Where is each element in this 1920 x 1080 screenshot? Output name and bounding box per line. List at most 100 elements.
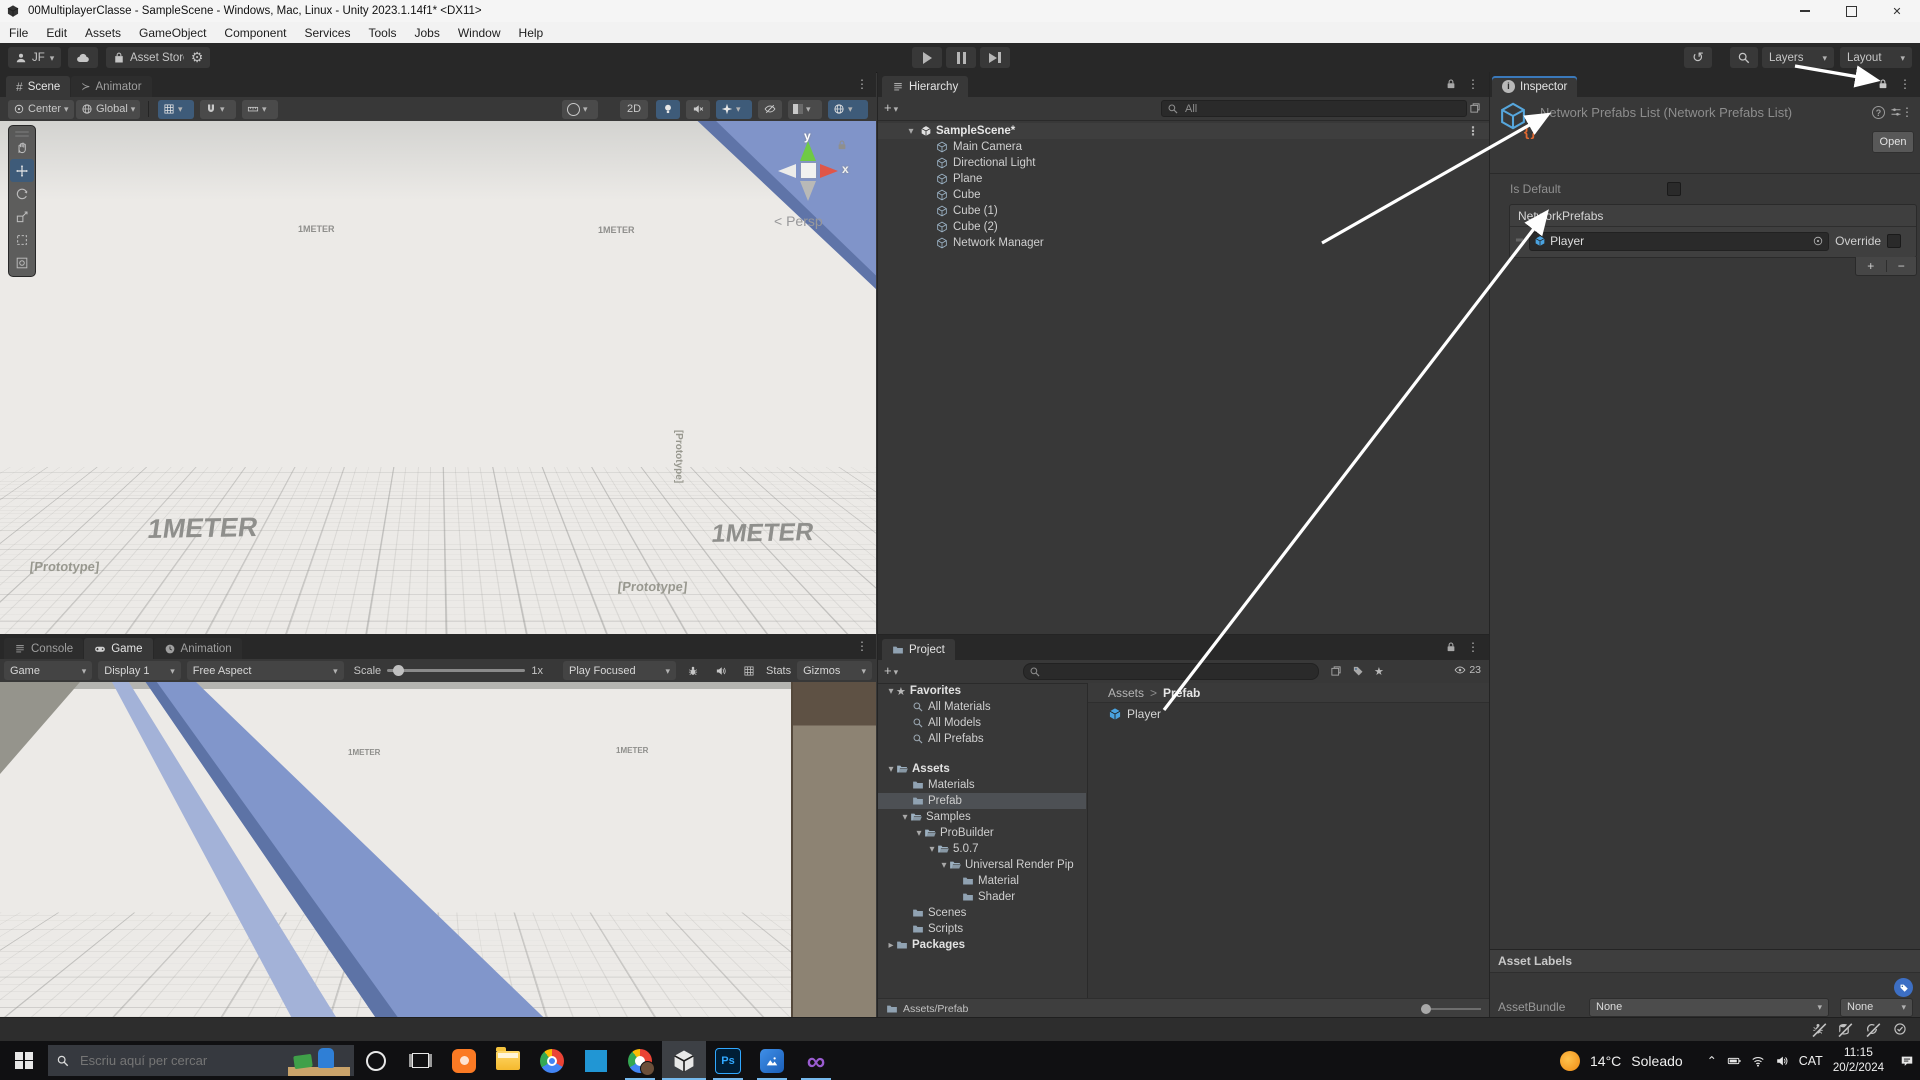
tab-game[interactable]: Game (84, 638, 153, 659)
tab-animator[interactable]: Animator (71, 76, 152, 97)
close-button[interactable] (1874, 0, 1920, 22)
tab-hierarchy[interactable]: Hierarchy (882, 76, 969, 97)
menu-jobs[interactable]: Jobs (405, 26, 448, 40)
menu-file[interactable]: File (0, 26, 37, 40)
frame-debugger-icon[interactable] (682, 665, 704, 677)
menu-services[interactable]: Services (295, 26, 359, 40)
axis-x-cone[interactable] (820, 164, 838, 178)
perspective-label[interactable]: < Persp (774, 213, 823, 229)
breadcrumb-assets[interactable]: Assets (1108, 686, 1144, 700)
tab-inspector[interactable]: i Inspector (1492, 76, 1578, 97)
tree-item[interactable]: All Models (878, 715, 1086, 731)
project-search-input[interactable] (1045, 664, 1313, 679)
weather-temp[interactable]: 14°C (1590, 1053, 1621, 1069)
inspector-lock-icon[interactable] (1877, 78, 1889, 90)
gizmos-visibility-dropdown[interactable] (828, 99, 868, 119)
menu-edit[interactable]: Edit (37, 26, 76, 40)
inspector-menu-icon[interactable] (1899, 77, 1911, 91)
cortana-button[interactable] (354, 1041, 398, 1080)
help-icon[interactable]: ? (1872, 106, 1885, 119)
tree-item-assets[interactable]: Assets (878, 761, 1086, 777)
task-view-button[interactable] (398, 1041, 442, 1080)
audio-toggle[interactable] (686, 99, 710, 119)
taskbar-chrome[interactable] (530, 1041, 574, 1080)
step-button[interactable] (980, 47, 1010, 68)
tree-item[interactable]: Scenes (878, 905, 1086, 921)
taskbar-photos[interactable] (750, 1041, 794, 1080)
slider-knob[interactable] (1421, 1003, 1431, 1014)
add-element-button[interactable]: + (1856, 259, 1886, 273)
object-picker-icon[interactable] (1812, 235, 1824, 247)
scene-visibility-toggle[interactable] (758, 99, 782, 119)
tree-item[interactable]: Materials (878, 777, 1086, 793)
axis-neg-y-cone[interactable] (800, 181, 816, 201)
play-button[interactable] (912, 47, 942, 68)
scene-panel-menu-icon[interactable] (856, 77, 868, 91)
tree-item[interactable]: 5.0.7 (878, 841, 1086, 857)
menu-help[interactable]: Help (510, 26, 553, 40)
aspect-dropdown[interactable]: Free Aspect (186, 661, 344, 680)
gizmos-dropdown[interactable]: Gizmos (797, 661, 873, 680)
component-menu-icon[interactable] (1901, 105, 1913, 119)
remove-element-button[interactable]: − (1887, 259, 1917, 273)
tab-console[interactable]: Console (4, 638, 84, 659)
tree-item-favorites[interactable]: Favorites (878, 683, 1086, 699)
tree-item[interactable]: Universal Render Pip (878, 857, 1086, 873)
taskbar-explorer[interactable] (486, 1041, 530, 1080)
pause-button[interactable] (946, 47, 976, 68)
tray-expand-icon[interactable]: ⌃ (1707, 1054, 1717, 1068)
tab-animation[interactable]: Animation (153, 638, 242, 659)
search-button[interactable] (1730, 47, 1758, 68)
hierarchy-item[interactable]: Cube (2) (878, 219, 1489, 235)
camera-settings-dropdown[interactable] (562, 99, 598, 119)
taskbar-photoshop[interactable]: Ps (706, 1041, 750, 1080)
pane-expand-icon[interactable] (1469, 102, 1481, 114)
scale-tool-button[interactable] (10, 205, 34, 228)
cloud-button[interactable] (68, 47, 98, 68)
tree-item-prefab-selected[interactable]: Prefab (878, 793, 1086, 809)
minimize-button[interactable] (1782, 0, 1828, 22)
project-create-button[interactable]: + (884, 663, 898, 678)
prefab-object-field[interactable]: Player (1529, 231, 1830, 251)
taskbar-unity-active[interactable] (662, 1041, 706, 1080)
action-center-icon[interactable] (1900, 1054, 1914, 1068)
cache-server-disabled-icon[interactable] (1836, 1022, 1852, 1036)
vsync-grid-icon[interactable] (738, 665, 760, 677)
2d-toggle[interactable]: 2D (620, 99, 648, 119)
hierarchy-item[interactable]: Cube (878, 187, 1489, 203)
layout-dropdown[interactable]: Layout (1840, 47, 1912, 68)
clock[interactable]: 11:15 20/2/2024 (1833, 1045, 1884, 1076)
tree-item[interactable]: Shader (878, 889, 1086, 905)
tab-scene[interactable]: Scene (6, 76, 71, 97)
tool-handle-pivot-dropdown[interactable]: Center (8, 99, 74, 119)
maximize-button[interactable] (1828, 0, 1874, 22)
tree-item-packages[interactable]: Packages (878, 937, 1086, 953)
taskbar-chrome-profile[interactable] (618, 1041, 662, 1080)
taskbar-vscode[interactable] (574, 1041, 618, 1080)
hierarchy-item[interactable]: Main Camera (878, 139, 1489, 155)
drag-handle-icon[interactable]: ═ (1516, 236, 1523, 246)
account-dropdown[interactable]: JF (8, 47, 62, 68)
scale-slider-knob[interactable] (393, 665, 405, 676)
wifi-icon[interactable] (1751, 1054, 1765, 1068)
weather-sun-icon[interactable] (1560, 1050, 1581, 1071)
scale-slider[interactable] (387, 665, 526, 676)
save-search-icon[interactable] (1374, 664, 1384, 678)
rotate-tool-button[interactable] (10, 182, 34, 205)
hierarchy-search-field[interactable] (1161, 100, 1467, 117)
tab-project[interactable]: Project (882, 639, 955, 660)
snap-settings-button[interactable] (200, 99, 236, 119)
list-header[interactable]: NetworkPrefabs (1510, 205, 1916, 227)
search-by-label-icon[interactable] (1352, 665, 1364, 677)
play-focused-dropdown[interactable]: Play Focused (563, 661, 677, 680)
hierarchy-menu-icon[interactable] (1467, 77, 1479, 91)
weather-condition[interactable]: Soleado (1631, 1053, 1682, 1069)
undo-history-button[interactable] (1684, 47, 1712, 68)
axis-neg-x-cone[interactable] (778, 164, 796, 178)
is-default-checkbox[interactable] (1667, 182, 1681, 196)
project-menu-icon[interactable] (1467, 640, 1479, 654)
rect-tool-button[interactable] (10, 228, 34, 251)
move-tool-button[interactable] (10, 159, 34, 182)
menu-gameobject[interactable]: GameObject (130, 26, 215, 40)
asset-bundle-dropdown[interactable]: None (1589, 997, 1829, 1017)
